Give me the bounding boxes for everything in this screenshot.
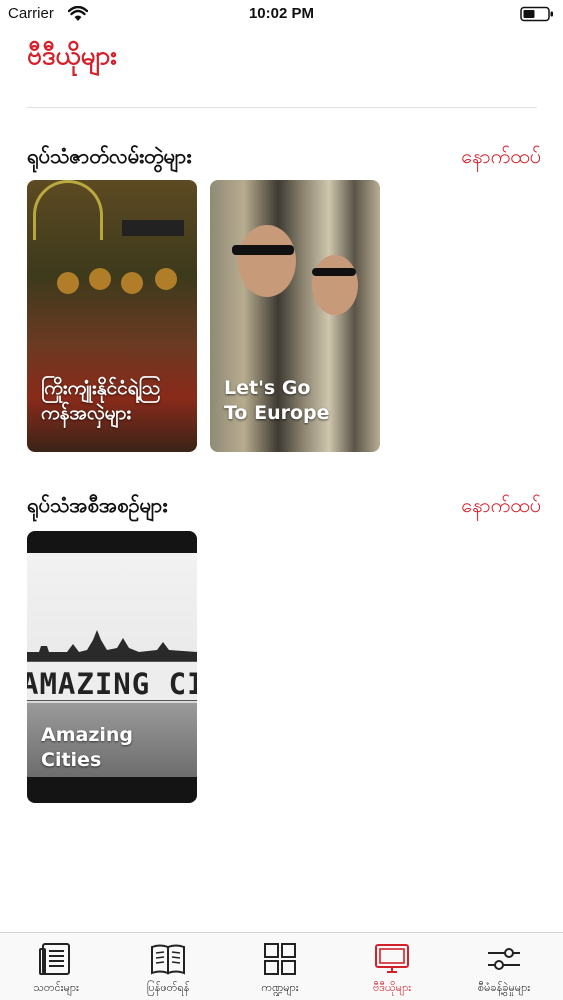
tab-bar: သတင်းများ ပြန်ဖတ်ရန် ကဏ္ဍများ ဗီဒီယိုမျာ… (0, 932, 563, 1000)
settings-sliders-icon (488, 948, 520, 970)
card-artwork (27, 630, 197, 662)
status-bar: Carrier 10:02 PM (0, 0, 563, 30)
card-artwork (232, 245, 294, 255)
tab-label: သတင်းများ (33, 981, 79, 994)
tab-label: စီမံခန့်ခွဲမှုများ (477, 981, 531, 994)
card-artwork (312, 268, 356, 276)
card-artwork (57, 272, 79, 294)
more-link-programs[interactable]: နောက်ထပ် (461, 490, 541, 520)
news-icon (39, 943, 70, 975)
section-title-series: ရုပ်သံဇာတ်လမ်းတွဲများ (27, 144, 192, 168)
book-icon (151, 944, 185, 975)
tab-settings[interactable]: စီမံခန့်ခွဲမှုများ (448, 933, 560, 1000)
card-artwork (89, 268, 111, 290)
tab-categories[interactable]: ကဏ္ဍများ (224, 933, 336, 1000)
tab-label: ပြန်ဖတ်ရန် (146, 981, 190, 994)
clock: 10:02 PM (248, 5, 315, 22)
card-title: Amazing Cities (41, 724, 134, 771)
more-link-series[interactable]: နောက်ထပ် (461, 141, 541, 171)
card-artwork (121, 272, 143, 294)
tab-label: ကဏ္ဍများ (261, 981, 299, 994)
page-title: ဗီဒီယိုများ (27, 41, 117, 71)
card-title: ကြိုးကျုံးနိုင်ငံရဲ့သြ ကန်အလှဲများ (41, 377, 161, 424)
monitor-icon (375, 944, 409, 973)
battery-icon (520, 6, 554, 26)
section-title-programs: ရုပ်သံအစီအစဉ်များ (27, 493, 168, 517)
card-artwork (238, 225, 296, 297)
card-artwork (27, 531, 197, 553)
title-divider (27, 107, 537, 108)
card-artwork (122, 220, 184, 236)
video-card-festival[interactable]: ကြိုးကျုံးနိုင်ငံရဲ့သြ ကန်အလှဲများ (27, 180, 197, 452)
tab-label: ဗီဒီယိုများ (372, 981, 412, 994)
tab-read-later[interactable]: ပြန်ဖတ်ရန် (112, 933, 224, 1000)
video-card-amazing-cities[interactable]: AMAZING CITIE Amazing Cities (27, 531, 197, 803)
grid-icon (264, 943, 296, 975)
video-card-europe[interactable]: Let's Go To Europe (210, 180, 380, 452)
tab-videos[interactable]: ဗီဒီယိုများ (336, 933, 448, 1000)
card-title: Let's Go To Europe (224, 377, 330, 424)
card-artwork (312, 255, 358, 315)
tab-news[interactable]: သတင်းများ (0, 933, 112, 1000)
card-artwork (33, 180, 103, 240)
card-artwork (155, 268, 177, 290)
card-banner-text: AMAZING CITIE (27, 667, 197, 701)
card-artwork (27, 777, 197, 803)
